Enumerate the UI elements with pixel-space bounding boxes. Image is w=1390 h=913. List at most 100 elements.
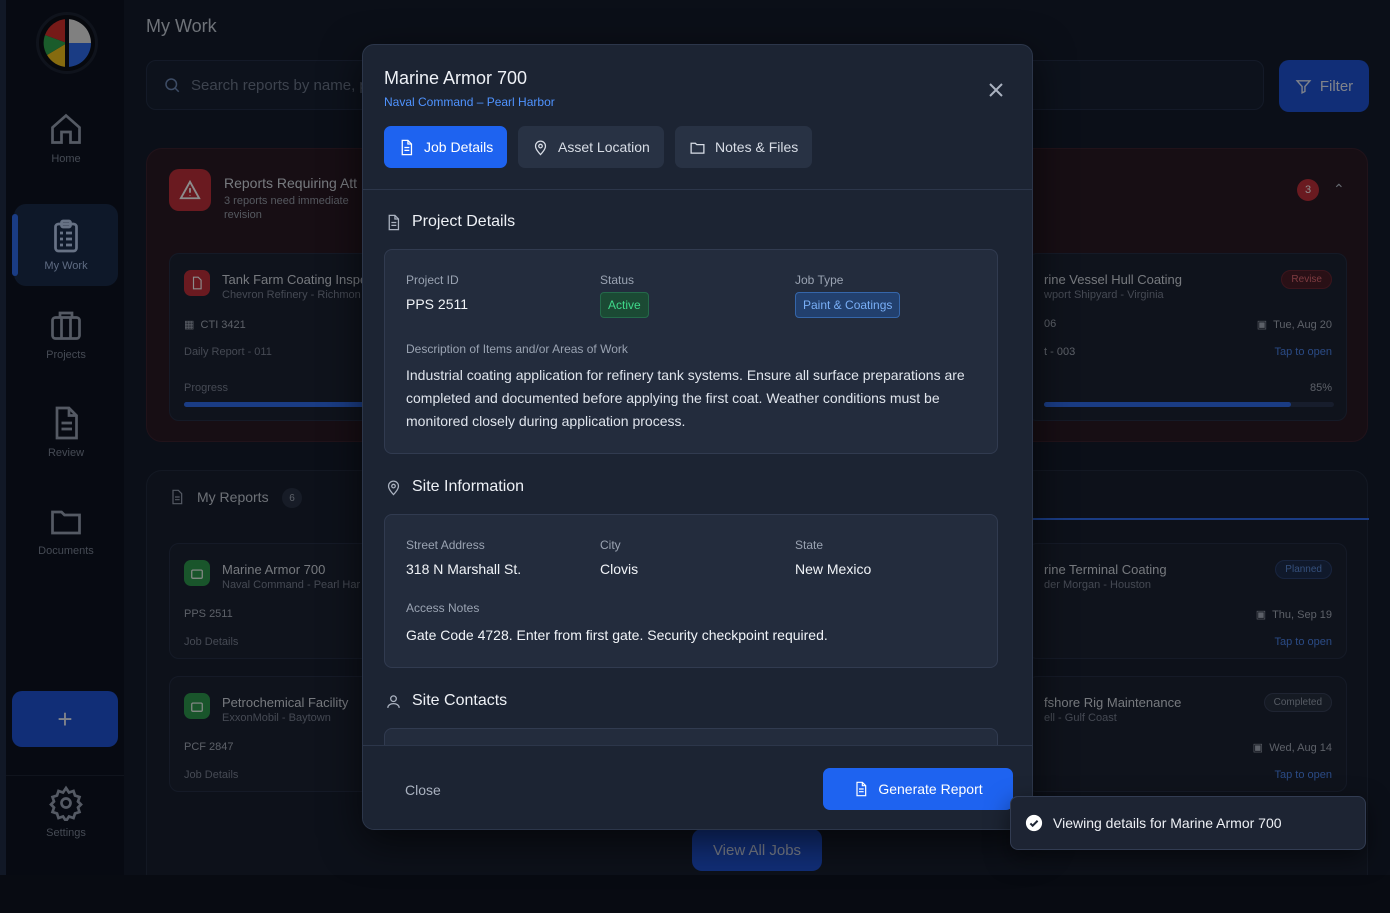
filter-label: Filter bbox=[1319, 77, 1354, 95]
card-subtitle: ell - Gulf Coast bbox=[1044, 712, 1117, 724]
modal-footer: Close Generate Report bbox=[363, 745, 1032, 829]
reports-count-badge: 6 bbox=[282, 488, 302, 508]
modal-subtitle: Naval Command – Pearl Harbor bbox=[384, 95, 555, 109]
report-card[interactable]: rine Terminal Coating der Morgan - Houst… bbox=[1027, 543, 1347, 659]
card-id: ▦ CTI 3421 bbox=[184, 318, 246, 331]
nav-documents[interactable]: Documents bbox=[14, 489, 118, 571]
app-logo bbox=[36, 12, 98, 74]
tap-to-open-link[interactable]: Tap to open bbox=[1275, 346, 1333, 358]
card-id: PPS 2511 bbox=[184, 608, 233, 620]
document-icon bbox=[172, 489, 183, 505]
filter-button[interactable]: Filter bbox=[1279, 60, 1369, 112]
close-button[interactable]: Close bbox=[405, 782, 441, 798]
card-subtitle: Chevron Refinery - Richmon bbox=[222, 289, 361, 301]
job-type-badge: Paint & Coatings bbox=[795, 292, 901, 318]
attention-count-badge: 3 bbox=[1297, 179, 1319, 201]
report-icon bbox=[184, 270, 210, 296]
user-icon bbox=[387, 694, 400, 708]
nav-label: Review bbox=[47, 447, 85, 459]
street-label: Street Address bbox=[406, 538, 485, 552]
city-label: City bbox=[600, 538, 621, 552]
add-button[interactable]: + bbox=[12, 691, 118, 747]
nav-review[interactable]: Review bbox=[14, 391, 118, 473]
attention-card[interactable]: rine Vessel Hull Coating wport Shipyard … bbox=[1027, 253, 1347, 421]
card-title: rine Terminal Coating bbox=[1044, 562, 1167, 577]
warning-icon bbox=[169, 169, 211, 211]
card-id: PCF 2847 bbox=[184, 741, 234, 753]
card-meta: Job Details bbox=[184, 769, 239, 781]
document-icon bbox=[388, 214, 400, 230]
nav-my-work[interactable]: My Work bbox=[12, 204, 118, 286]
job-type-label: Job Type bbox=[795, 273, 844, 287]
nav-label: Home bbox=[51, 153, 81, 165]
briefcase-icon bbox=[51, 311, 81, 340]
card-title: fshore Rig Maintenance bbox=[1044, 695, 1182, 710]
card-date-text: Thu, Sep 19 bbox=[1272, 609, 1332, 621]
tap-to-open-link[interactable]: Tap to open bbox=[1275, 636, 1333, 648]
status-badge: Revise bbox=[1281, 270, 1332, 289]
home-icon bbox=[51, 113, 81, 144]
access-notes-label: Access Notes bbox=[406, 601, 480, 615]
status-badge: Planned bbox=[1275, 560, 1332, 579]
card-subtitle: Naval Command - Pearl Har bbox=[222, 579, 361, 591]
briefcase-icon bbox=[184, 693, 210, 719]
description-value: Industrial coating application for refin… bbox=[406, 367, 965, 429]
check-circle-icon bbox=[1025, 814, 1043, 832]
logo-icon bbox=[43, 19, 91, 67]
nav-home[interactable]: Home bbox=[14, 97, 118, 179]
card-title: Tank Farm Coating Inspe bbox=[222, 272, 368, 287]
description-label: Description of Items and/or Areas of Wor… bbox=[406, 342, 628, 356]
nav-label: Settings bbox=[46, 827, 86, 839]
filter-icon bbox=[1295, 79, 1312, 94]
document-icon bbox=[856, 781, 867, 797]
tab-notes-files[interactable]: Notes & Files bbox=[675, 126, 813, 168]
card-date-text: Wed, Aug 14 bbox=[1269, 742, 1332, 754]
reports-title: My Reports bbox=[197, 489, 269, 505]
document-icon bbox=[401, 139, 413, 155]
site-information-panel: Street Address 318 N Marshall St. City C… bbox=[384, 514, 998, 668]
project-id-value: PPS 2511 bbox=[406, 296, 469, 312]
tap-to-open-link[interactable]: Tap to open bbox=[1275, 769, 1333, 781]
close-icon[interactable] bbox=[985, 79, 1007, 101]
tab-job-details[interactable]: Job Details bbox=[384, 126, 508, 168]
nav-label: My Work bbox=[44, 260, 88, 272]
card-subtitle: der Morgan - Houston bbox=[1044, 579, 1151, 591]
nav-settings[interactable]: Settings bbox=[14, 771, 118, 853]
card-subtitle: wport Shipyard - Virginia bbox=[1044, 289, 1164, 301]
tab-asset-location[interactable]: Asset Location bbox=[518, 126, 664, 168]
card-title: Petrochemical Facility bbox=[222, 695, 349, 710]
generate-report-button[interactable]: Generate Report bbox=[823, 768, 1013, 810]
progress-fill bbox=[1044, 402, 1291, 407]
card-subtitle: ExxonMobil - Baytown bbox=[222, 712, 331, 724]
tab-label: Job Details bbox=[424, 139, 494, 155]
toast-notification: Viewing details for Marine Armor 700 bbox=[1010, 796, 1366, 850]
folder-icon bbox=[51, 510, 81, 535]
progress-bar bbox=[1044, 402, 1334, 407]
tab-label: Notes & Files bbox=[715, 139, 799, 155]
report-card[interactable]: fshore Rig Maintenance ell - Gulf Coast … bbox=[1027, 676, 1347, 792]
card-title: Marine Armor 700 bbox=[222, 562, 326, 577]
bottom-bar bbox=[0, 875, 1390, 913]
view-all-jobs-button[interactable]: View All Jobs bbox=[692, 829, 822, 871]
building-icon: ▦ bbox=[184, 319, 195, 331]
page-title: My Work bbox=[146, 16, 217, 36]
nav-projects[interactable]: Projects bbox=[14, 293, 118, 375]
chevron-up-icon[interactable]: ⌃ bbox=[1333, 181, 1345, 198]
status-badge: Active bbox=[600, 292, 649, 318]
section-title: Site Contacts bbox=[412, 692, 508, 709]
search-icon bbox=[165, 78, 180, 93]
gear-icon bbox=[49, 785, 83, 821]
briefcase-icon bbox=[184, 560, 210, 586]
map-pin-icon bbox=[534, 140, 547, 155]
modal-title: Marine Armor 700 bbox=[384, 68, 528, 88]
search-input[interactable]: Search reports by name, pr bbox=[191, 77, 373, 94]
modal-divider bbox=[363, 189, 1032, 190]
attention-subtitle: 3 reports need immediate revision bbox=[224, 195, 349, 221]
progress-label: Progress bbox=[184, 382, 229, 394]
nav-label: Documents bbox=[38, 545, 94, 557]
status-label: Status bbox=[600, 273, 635, 287]
calendar-icon: ▣ bbox=[1256, 319, 1268, 331]
street-value: 318 N Marshall St. bbox=[406, 561, 522, 577]
card-meta: Job Details bbox=[184, 636, 239, 648]
state-label: State bbox=[795, 538, 824, 552]
